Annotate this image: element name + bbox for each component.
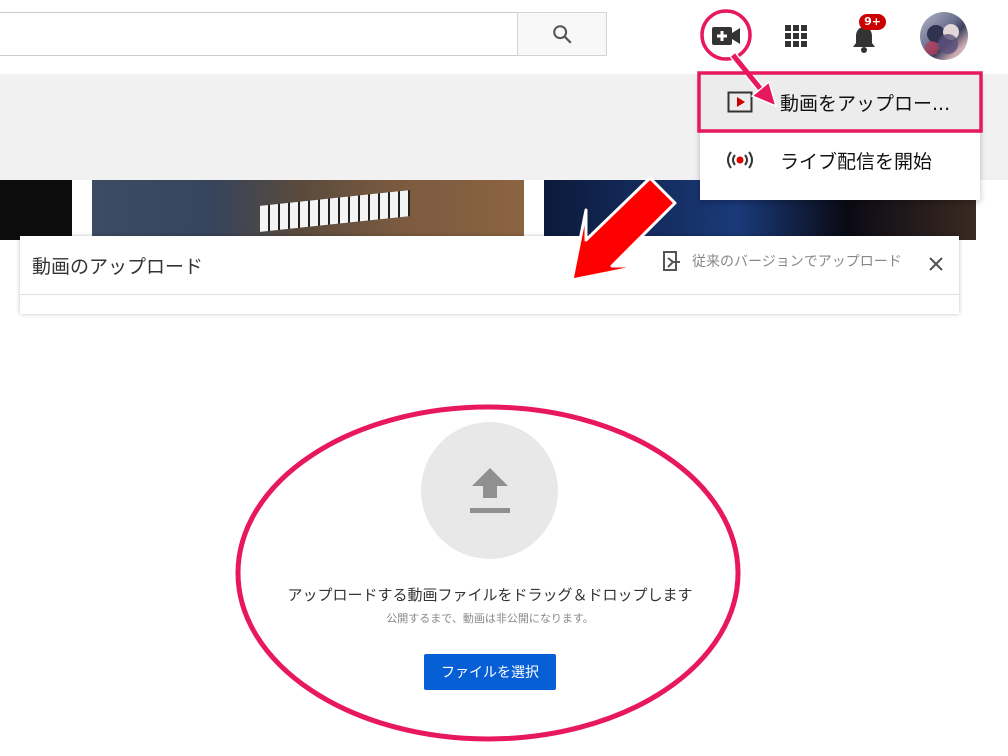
drop-instruction: アップロードする動画ファイルをドラッグ＆ドロップします	[287, 586, 693, 604]
search-button[interactable]	[517, 12, 607, 56]
piano-keys-image	[260, 190, 410, 232]
menu-item-upload-video[interactable]: 動画をアップロー...	[700, 74, 980, 130]
close-button[interactable]	[924, 252, 948, 276]
live-broadcast-icon	[700, 149, 780, 171]
select-file-button[interactable]: ファイルを選択	[424, 654, 556, 690]
notification-badge: 9+	[859, 14, 886, 30]
menu-item-go-live[interactable]: ライブ配信を開始	[700, 132, 980, 188]
upload-drop-target[interactable]	[421, 422, 558, 559]
search-input[interactable]	[0, 12, 518, 56]
dialog-title: 動画のアップロード	[32, 256, 204, 278]
apps-button[interactable]	[778, 18, 814, 54]
notifications-button[interactable]: 9+	[842, 14, 886, 56]
upload-dialog: 動画のアップロード 従来のバージョンでアップロード	[20, 236, 959, 314]
avatar-image	[925, 24, 959, 55]
apps-grid-icon	[785, 25, 807, 47]
privacy-note: 公開するまで、動画は非公開になります。	[386, 612, 594, 625]
top-header: 9+	[0, 0, 1008, 74]
upload-play-icon	[700, 91, 780, 113]
exit-icon	[662, 250, 682, 272]
search-icon	[553, 25, 572, 44]
close-icon	[929, 257, 943, 271]
menu-item-label: ライブ配信を開始	[780, 150, 933, 173]
avatar[interactable]	[920, 12, 968, 60]
legacy-link-label: 従来のバージョンでアップロード	[692, 254, 902, 270]
video-thumbnail[interactable]	[0, 180, 72, 240]
menu-item-label: 動画をアップロー...	[780, 92, 951, 115]
create-video-button[interactable]	[706, 18, 746, 54]
upload-arrow-icon	[469, 467, 510, 513]
create-menu: 動画をアップロー... ライブ配信を開始	[700, 74, 980, 200]
video-camera-plus-icon	[712, 27, 740, 45]
video-thumbnail[interactable]	[92, 180, 524, 240]
divider	[20, 294, 959, 295]
legacy-upload-link[interactable]: 従来のバージョンでアップロード	[662, 250, 902, 272]
